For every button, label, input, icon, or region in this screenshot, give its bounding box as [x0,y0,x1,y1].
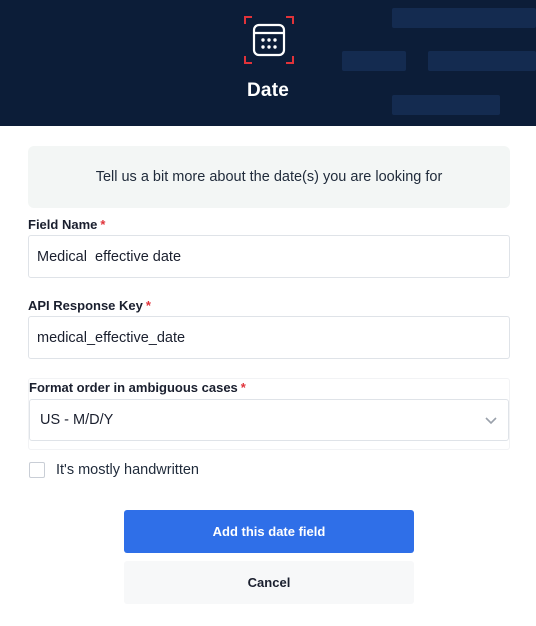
field-name-input[interactable] [29,236,509,277]
required-mark: * [145,298,151,313]
field-name-input-wrapper [28,235,510,278]
api-response-key-input-wrapper [28,316,510,359]
format-order-label-text: Format order in ambiguous cases [29,380,238,395]
field-name-label-text: Field Name [28,217,98,232]
handwritten-checkbox[interactable] [29,462,45,478]
info-text: Tell us a bit more about the date(s) you… [95,169,443,185]
modal-title: Date [247,80,289,101]
field-name-label: Field Name * [28,217,105,232]
header-decoration [342,51,406,71]
header-decoration [428,51,536,71]
info-banner: Tell us a bit more about the date(s) you… [28,146,510,208]
handwritten-label: It's mostly handwritten [56,462,199,478]
format-order-selected-value: US - M/D/Y [40,412,114,428]
required-mark: * [100,217,106,232]
api-response-key-input[interactable] [29,317,509,358]
required-mark: * [240,380,246,395]
format-order-label: Format order in ambiguous cases * [29,380,246,395]
chevron-down-icon [484,413,498,427]
calendar-icon [244,16,294,64]
modal-header: Date [0,0,536,126]
api-response-key-label-text: API Response Key [28,298,143,313]
header-decoration [392,8,536,28]
add-date-field-button[interactable]: Add this date field [124,510,414,553]
api-response-key-label: API Response Key * [28,298,151,313]
cancel-button[interactable]: Cancel [124,561,414,604]
handwritten-option: It's mostly handwritten [29,462,199,478]
format-order-select[interactable]: US - M/D/Y [29,399,509,441]
